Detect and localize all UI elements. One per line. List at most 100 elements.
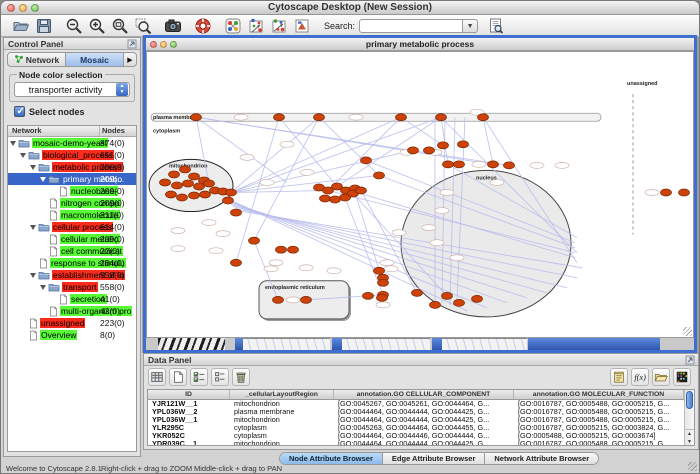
formula-button[interactable]: f(x) <box>631 368 649 386</box>
tree-item-cellular-metabo[interactable]: cellular metabo209(0) <box>8 233 136 245</box>
float-panel-icon[interactable] <box>127 39 137 49</box>
help-button[interactable] <box>193 16 213 36</box>
tree-column-nodes[interactable]: Nodes <box>100 126 136 136</box>
notes-button[interactable] <box>610 368 628 386</box>
tree-item-cellular-process[interactable]: cellular process614(0) <box>8 221 136 233</box>
network-node[interactable] <box>408 147 419 154</box>
column-header-1[interactable]: _cellularLayoutRegion <box>230 390 334 399</box>
network-node[interactable] <box>438 142 449 149</box>
network-node[interactable] <box>273 296 284 303</box>
network-node[interactable] <box>169 171 180 178</box>
tree-item-response-to-stimulu[interactable]: response to stimulu264(0) <box>8 257 136 269</box>
table-row-ypl036w__2[interactable]: YPL036W__2plasma membrane[GO:0044464, GO… <box>148 408 684 416</box>
zoom-fit-button[interactable] <box>110 16 130 36</box>
attribute-list-button[interactable] <box>211 368 229 386</box>
column-header-3[interactable]: annotation.GO MOLECULAR_FUNCTION <box>514 390 684 399</box>
tree-item-establishment-of-lo[interactable]: establishment of lo558(0) <box>8 269 136 281</box>
tree-item-unassigned[interactable]: unassigned223(0) <box>8 317 136 329</box>
network-node[interactable] <box>430 301 441 308</box>
scrollbar-thumb[interactable] <box>686 391 693 409</box>
app-resize-grip[interactable] <box>688 462 697 471</box>
network-node[interactable] <box>200 191 211 198</box>
network-node[interactable] <box>679 189 690 196</box>
network-node[interactable] <box>458 141 469 148</box>
tab-mosaic[interactable]: Mosaic <box>66 53 124 66</box>
table-row-yjr121w__1[interactable]: YJR121W__1mitochondrion[GO:0045267, GO:0… <box>148 400 684 408</box>
vizmapper-button[interactable] <box>292 16 312 36</box>
network-node[interactable] <box>226 189 237 196</box>
table-row-ypl036w__1[interactable]: YPL036W__1mitochondrion[GO:0044464, GO:0… <box>148 416 684 424</box>
network-window-resize-grip[interactable] <box>683 327 692 336</box>
expand-arrow-icon[interactable] <box>40 177 46 182</box>
tab-overflow-button[interactable]: ▶ <box>124 53 136 66</box>
network-node[interactable] <box>361 157 372 164</box>
expand-arrow-icon[interactable] <box>30 273 36 278</box>
table-row-ykr052c[interactable]: YKR052Ccytoplasm[GO:0044464, GO:0044446,… <box>148 432 684 440</box>
search-advanced-button[interactable] <box>486 16 506 36</box>
network-node[interactable] <box>454 161 465 168</box>
search-dropdown-button[interactable]: ▼ <box>463 19 478 33</box>
network-node[interactable] <box>204 180 215 187</box>
delete-attribute-button[interactable] <box>232 368 250 386</box>
network-node[interactable] <box>377 294 388 301</box>
new-attribute-button[interactable] <box>169 368 187 386</box>
zoom-out-button[interactable] <box>64 16 84 36</box>
network-node[interactable] <box>249 237 260 244</box>
expand-arrow-icon[interactable] <box>30 165 36 170</box>
network-node[interactable] <box>378 279 389 286</box>
save-session-button[interactable] <box>34 16 54 36</box>
network-node[interactable] <box>478 114 489 121</box>
network-node[interactable] <box>424 147 435 154</box>
snapshot-button[interactable] <box>163 16 183 36</box>
import-attributes-button[interactable] <box>652 368 670 386</box>
tab-network[interactable]: Network <box>8 53 66 66</box>
network-node[interactable] <box>504 162 515 169</box>
expand-arrow-icon[interactable] <box>30 225 36 230</box>
network-canvas[interactable]: plasma membranecytoplasmnucleusmitochond… <box>146 51 694 338</box>
tree-item-macromolecule[interactable]: macromolecule311(0) <box>8 209 136 221</box>
network-node[interactable] <box>288 246 299 253</box>
column-header-0[interactable]: ID <box>148 390 230 399</box>
tree-item-metabolic-process[interactable]: metabolic process280(0) <box>8 161 136 173</box>
network-node[interactable] <box>301 296 312 303</box>
zoom-in-button[interactable] <box>87 16 107 36</box>
network-node[interactable] <box>374 172 385 179</box>
expand-arrow-icon[interactable] <box>40 285 46 290</box>
tree-item-secretion[interactable]: secretion41(0) <box>8 293 136 305</box>
expand-arrow-icon[interactable] <box>20 153 26 158</box>
tree-item-nucleobase-[interactable]: nucleobase-209(0) <box>8 185 136 197</box>
network-node[interactable] <box>454 299 465 306</box>
node-color-select[interactable]: transporter activity ▲▼ <box>14 82 130 97</box>
table-row-ylr295c[interactable]: YLR295Ccytoplasm[GO:0045263, GO:0044464,… <box>148 424 684 432</box>
table-scrollbar[interactable]: ▲ ▼ <box>684 390 694 445</box>
network-node[interactable] <box>194 183 205 190</box>
attribute-table-button[interactable] <box>148 368 166 386</box>
column-header-2[interactable]: annotation.GO CELLULAR_COMPONENT <box>334 390 514 399</box>
network-node[interactable] <box>488 161 499 168</box>
zoom-selected-button[interactable] <box>133 16 153 36</box>
network-node[interactable] <box>223 197 234 204</box>
network-node[interactable] <box>191 114 202 121</box>
network-node[interactable] <box>231 209 242 216</box>
network-node[interactable] <box>443 161 454 168</box>
network-node[interactable] <box>276 246 287 253</box>
network-node[interactable] <box>314 114 325 121</box>
search-input[interactable] <box>359 19 463 33</box>
open-session-button[interactable] <box>11 16 31 36</box>
tree-item-nitrogen-compo[interactable]: nitrogen compo209(0) <box>8 197 136 209</box>
network-node[interactable] <box>330 196 341 203</box>
network-node[interactable] <box>320 195 331 202</box>
annotation-color-button[interactable] <box>269 16 289 36</box>
tree-item-multi-organism-pro[interactable]: multi-organism pro42(0) <box>8 305 136 317</box>
network-node[interactable] <box>183 180 194 187</box>
network-node[interactable] <box>189 173 200 180</box>
network-node[interactable] <box>180 166 191 173</box>
network-node[interactable] <box>160 179 171 186</box>
network-node[interactable] <box>472 295 483 302</box>
select-attributes-button[interactable] <box>190 368 208 386</box>
network-node[interactable] <box>172 182 183 189</box>
network-node[interactable] <box>374 267 385 274</box>
scroll-up-button[interactable]: ▲ <box>685 430 694 438</box>
network-node[interactable] <box>396 114 407 121</box>
scroll-down-button[interactable]: ▼ <box>685 438 694 446</box>
